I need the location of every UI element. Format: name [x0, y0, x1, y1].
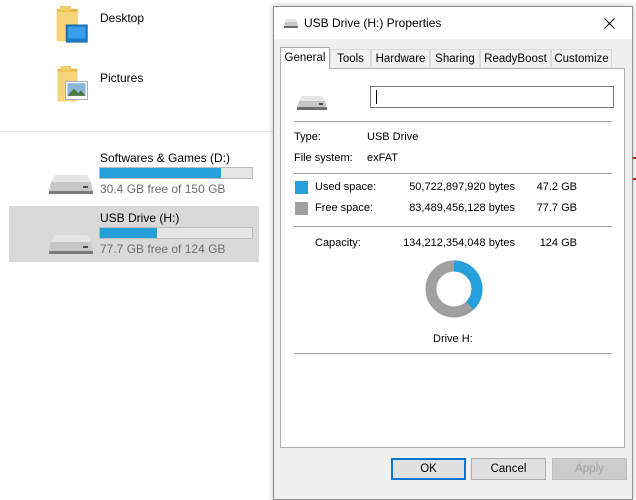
- text-cursor: [376, 90, 377, 104]
- type-label: Type:: [294, 131, 321, 143]
- free-space-swatch: [295, 202, 308, 215]
- apply-button[interactable]: Apply: [552, 458, 627, 480]
- file-system-value: exFAT: [367, 152, 398, 164]
- tab-customize[interactable]: Customize: [551, 49, 612, 67]
- tab-hardware[interactable]: Hardware: [371, 49, 430, 67]
- type-value: USB Drive: [367, 131, 419, 143]
- drive-usage-fill: [100, 168, 222, 178]
- usage-donut-chart: [425, 260, 483, 318]
- drive-icon: [49, 175, 93, 194]
- separator: [294, 353, 612, 354]
- drive-icon: [49, 235, 93, 254]
- ok-button[interactable]: OK: [391, 458, 466, 480]
- drive-usage-bar: [99, 227, 253, 239]
- folder-label: Pictures: [100, 71, 144, 85]
- drive-letter-label: Drive H:: [433, 333, 473, 345]
- tab-sharing[interactable]: Sharing: [430, 49, 480, 67]
- used-space-swatch: [295, 181, 308, 194]
- separator: [294, 226, 612, 227]
- usb-drive-icon: [284, 19, 298, 28]
- tab-readyboost[interactable]: ReadyBoost: [480, 49, 551, 67]
- dialog-title: USB Drive (H:) Properties: [304, 16, 442, 30]
- used-space-label: Used space:: [315, 181, 377, 193]
- pictures-folder-icon: [57, 66, 88, 102]
- file-system-label: File system:: [294, 152, 353, 164]
- folder-item-pictures[interactable]: Pictures: [50, 66, 210, 110]
- separator: [294, 121, 612, 122]
- folder-label: Desktop: [100, 11, 145, 25]
- drive-free-text: 30.4 GB free of 150 GB: [100, 182, 226, 196]
- drive-name-input[interactable]: [370, 86, 614, 108]
- used-space-size: 47.2 GB: [536, 181, 577, 193]
- drive-name: Softwares & Games (D:): [100, 151, 231, 165]
- capacity-size: 124 GB: [539, 237, 577, 249]
- general-panel: Type: USB Drive File system: exFAT Used …: [280, 68, 625, 448]
- tab-tools[interactable]: Tools: [330, 49, 371, 67]
- drive-tile-h[interactable]: USB Drive (H:) 77.7 GB free of 124 GB: [9, 206, 259, 262]
- free-space-size: 77.7 GB: [536, 202, 577, 214]
- drive-usage-fill: [100, 228, 157, 238]
- tab-general[interactable]: General: [280, 47, 330, 69]
- used-space-bytes: 50,722,897,920 bytes: [409, 181, 515, 193]
- drive-tile-d[interactable]: Softwares & Games (D:) 30.4 GB free of 1…: [9, 147, 259, 203]
- desktop-folder-icon: [56, 6, 88, 43]
- drive-usage-bar: [99, 167, 253, 179]
- folder-item-desktop[interactable]: Desktop: [50, 6, 210, 50]
- capacity-label: Capacity:: [315, 237, 361, 249]
- drive-name: USB Drive (H:): [100, 211, 180, 225]
- drive-free-text: 77.7 GB free of 124 GB: [100, 242, 226, 256]
- separator: [294, 173, 612, 174]
- close-button[interactable]: [586, 7, 632, 39]
- free-space-bytes: 83,489,456,128 bytes: [409, 202, 515, 214]
- cancel-button[interactable]: Cancel: [471, 458, 546, 480]
- drive-icon: [297, 96, 327, 110]
- properties-dialog: USB Drive (H:) Properties General Tools …: [273, 6, 633, 500]
- dialog-titlebar[interactable]: USB Drive (H:) Properties: [274, 7, 632, 39]
- capacity-bytes: 134,212,354,048 bytes: [403, 237, 515, 249]
- free-space-label: Free space:: [315, 202, 374, 214]
- close-icon: [603, 17, 615, 29]
- section-divider: [0, 131, 273, 132]
